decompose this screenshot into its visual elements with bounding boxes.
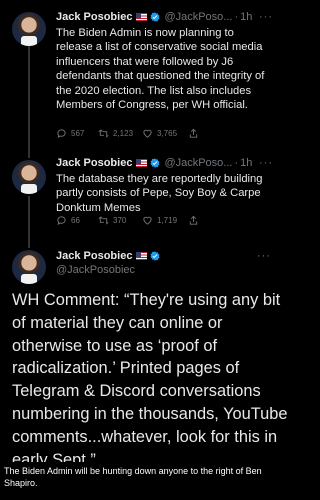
separator-dot: ·	[234, 11, 239, 23]
tweet-line: The Biden Admin is now planning to	[56, 27, 234, 39]
retweet-button[interactable]: 370	[98, 215, 142, 226]
caption-text: The Biden Admin will be hunting down any…	[0, 462, 281, 500]
like-count: 3,765	[157, 128, 178, 138]
separator-dot: ·	[234, 157, 239, 169]
retweet-icon	[98, 129, 109, 137]
retweet-button[interactable]: 2,123	[98, 128, 142, 139]
avatar[interactable]	[12, 12, 46, 46]
author-name[interactable]: Jack Posobiec	[56, 157, 132, 169]
main-tweet-header: Jack Posobiec @JackPosobiec ···	[56, 250, 276, 276]
us-flag-icon	[136, 13, 148, 21]
reply-button[interactable]: 567	[56, 128, 98, 139]
author-name[interactable]: Jack Posobiec	[56, 11, 132, 23]
tweet-line: WH Comment: “They're using any bit	[12, 291, 281, 309]
avatar[interactable]	[12, 250, 46, 284]
timestamp[interactable]: 1h	[240, 157, 252, 169]
author-name[interactable]: Jack Posobiec	[56, 250, 132, 262]
tweet-line: influencers that were followed by J6	[56, 55, 234, 68]
share-icon	[189, 128, 198, 138]
main-tweet-text: WH Comment: “They're using any bit of ma…	[12, 289, 288, 471]
tweet-line: radicalization.’ Printed pages of	[12, 359, 240, 378]
verified-badge-icon	[150, 251, 160, 261]
reply-button[interactable]: 66	[56, 215, 98, 226]
reply-icon	[57, 215, 66, 225]
thread-line	[28, 46, 30, 158]
tweet-actions: 66 370 1,719	[56, 213, 266, 227]
like-button[interactable]: 3,765	[142, 128, 188, 139]
tweet-line: partly consists of Pepe, Soy Boy & Carpe	[56, 187, 261, 200]
retweet-icon	[98, 216, 109, 224]
tweet-line: of material they can online or	[12, 313, 223, 332]
heart-icon	[143, 129, 152, 138]
us-flag-icon	[136, 159, 148, 167]
timestamp[interactable]: 1h	[240, 11, 252, 23]
retweet-count: 370	[113, 215, 127, 225]
more-options-icon[interactable]: ···	[259, 157, 273, 169]
tweet-line: release a list of conservative social me…	[56, 41, 263, 54]
tweet-line: defendants that questioned the integrity…	[56, 70, 265, 83]
author-handle[interactable]: @JackPoso...	[164, 11, 232, 23]
reply-count: 66	[71, 215, 80, 225]
tweet-text: The database they are reportedly buildin…	[56, 172, 278, 215]
tweet-actions: 567 2,123 3,765	[56, 126, 266, 140]
thread-line	[28, 196, 30, 248]
author-handle[interactable]: @JackPosobiec	[56, 264, 276, 276]
retweet-count: 2,123	[113, 128, 134, 138]
like-button[interactable]: 1,719	[142, 215, 188, 226]
us-flag-icon	[136, 252, 148, 260]
tweet-header: Jack Posobiec @JackPoso... · 1h ···	[56, 156, 273, 170]
like-count: 1,719	[157, 215, 178, 225]
tweet-text: The Biden Admin is now planning to relea…	[56, 26, 278, 112]
tweet-line: Members of Congress, per WH official.	[56, 99, 248, 112]
tweet-line: the 2020 election. The list also include…	[56, 84, 252, 97]
share-icon	[189, 215, 198, 225]
tweet-line: numbering in the thousands, YouTube	[12, 404, 288, 423]
tweet-header: Jack Posobiec @JackPoso... · 1h ···	[56, 10, 273, 24]
heart-icon	[143, 216, 152, 225]
author-handle[interactable]: @JackPoso...	[164, 157, 232, 169]
more-options-icon[interactable]: ···	[259, 11, 273, 23]
tweet-line: Telegram & Discord conversations	[12, 382, 261, 401]
share-button[interactable]	[188, 215, 199, 226]
reply-icon	[57, 128, 66, 138]
avatar[interactable]	[12, 160, 46, 194]
verified-badge-icon	[150, 158, 160, 168]
tweet-line: otherwise to use as ‘proof of	[12, 336, 217, 355]
share-button[interactable]	[188, 128, 199, 139]
reply-count: 567	[71, 128, 85, 138]
verified-badge-icon	[150, 12, 160, 22]
tweet-line: The database they are reportedly buildin…	[56, 173, 263, 185]
more-options-icon[interactable]: ···	[257, 250, 271, 262]
tweet-line: comments...whatever, look for this in	[12, 427, 278, 446]
